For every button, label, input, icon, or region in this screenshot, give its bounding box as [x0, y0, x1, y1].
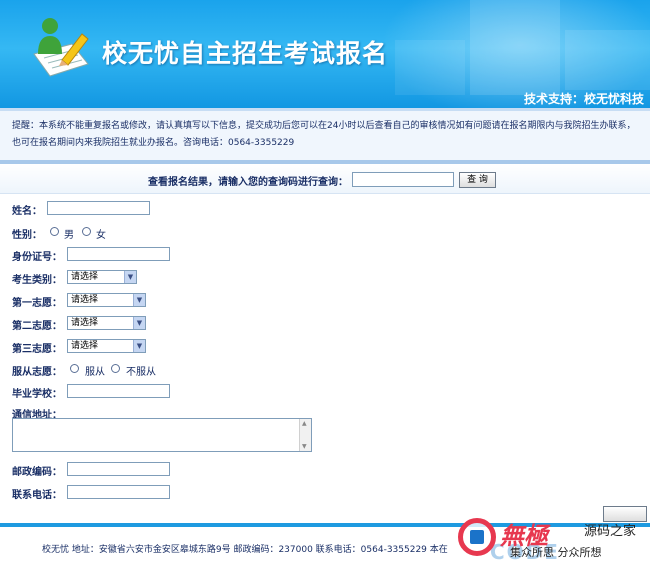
logo-person-pencil-icon — [33, 18, 89, 77]
obey-no-label: 不服从 — [126, 367, 156, 378]
gender-female-radio[interactable] — [82, 227, 91, 236]
obey-yes-radio[interactable] — [70, 364, 79, 373]
notice-text: 提醒：本系统不能重复报名或修改，请认真填写以下信息，提交成功后您可以在24小时以… — [12, 121, 636, 148]
choice2-select-value: 请选择 — [71, 318, 99, 328]
id-number-label: 身份证号： — [12, 252, 62, 263]
gender-label: 性别： — [12, 230, 42, 241]
gender-male-radio[interactable] — [50, 227, 59, 236]
category-select-value: 请选择 — [71, 272, 99, 282]
query-button[interactable]: 查 询 — [459, 172, 496, 188]
choice1-select[interactable]: 请选择 ▼ — [67, 293, 146, 307]
header-banner: 校无忧自主招生考试报名 技术支持：校无忧科技 — [0, 0, 650, 108]
watermark-site-name: 源码之家 — [584, 524, 637, 539]
watermark: CODE 無極 源码之家 集众所思 分众所想 — [452, 510, 650, 565]
name-input[interactable] — [47, 201, 150, 215]
postcode-input[interactable] — [67, 462, 170, 476]
choice1-label: 第一志愿： — [12, 298, 62, 309]
chevron-down-icon: ▼ — [124, 271, 136, 283]
postcode-label: 邮政编码： — [12, 467, 62, 478]
query-bar: 查看报名结果，请输入您的查询码进行查询： 查 询 — [0, 164, 650, 194]
site-title: 校无忧自主招生考试报名 — [102, 39, 389, 68]
banner-decoration — [565, 30, 650, 90]
watermark-logo-icon — [458, 518, 496, 556]
notice-box: 提醒：本系统不能重复报名或修改，请认真填写以下信息，提交成功后您可以在24小时以… — [0, 108, 650, 160]
textarea-scrollbar[interactable]: ▲ ▼ — [299, 419, 311, 451]
address-textarea[interactable]: ▲ ▼ — [12, 418, 312, 452]
scroll-down-icon[interactable]: ▼ — [302, 443, 307, 450]
choice1-select-value: 请选择 — [71, 295, 99, 305]
phone-label: 联系电话： — [12, 490, 62, 501]
id-number-input[interactable] — [67, 247, 170, 261]
chevron-down-icon: ▼ — [133, 340, 145, 352]
banner-decoration — [395, 40, 465, 95]
watermark-slogan: 集众所思 分众所想 — [510, 546, 602, 559]
gender-female-label: 女 — [96, 230, 106, 241]
choice3-select[interactable]: 请选择 ▼ — [67, 339, 146, 353]
choice2-select[interactable]: 请选择 ▼ — [67, 316, 146, 330]
chevron-down-icon: ▼ — [133, 294, 145, 306]
query-code-input[interactable] — [352, 172, 454, 187]
banner-decoration — [470, 0, 560, 95]
obey-yes-label: 服从 — [85, 367, 105, 378]
footer-address-text: 校无忧 地址：安徽省六安市金安区皋城东路9号 邮政编码：237000 联系电话：… — [42, 545, 448, 555]
choice3-select-value: 请选择 — [71, 341, 99, 351]
phone-input[interactable] — [67, 485, 170, 499]
query-label: 查看报名结果，请输入您的查询码进行查询： — [148, 177, 348, 188]
choice2-label: 第二志愿： — [12, 321, 62, 332]
school-label: 毕业学校： — [12, 389, 62, 400]
name-label: 姓名： — [12, 206, 42, 217]
choice3-label: 第三志愿： — [12, 344, 62, 355]
chevron-down-icon: ▼ — [133, 317, 145, 329]
school-input[interactable] — [67, 384, 170, 398]
category-label: 考生类别： — [12, 275, 62, 286]
obey-no-radio[interactable] — [111, 364, 120, 373]
gender-male-label: 男 — [64, 230, 74, 241]
scroll-up-icon[interactable]: ▲ — [302, 420, 307, 427]
obey-label: 服从志愿： — [12, 367, 62, 378]
tech-support-text: 技术支持：校无忧科技 — [523, 92, 644, 106]
category-select[interactable]: 请选择 ▼ — [67, 270, 137, 284]
